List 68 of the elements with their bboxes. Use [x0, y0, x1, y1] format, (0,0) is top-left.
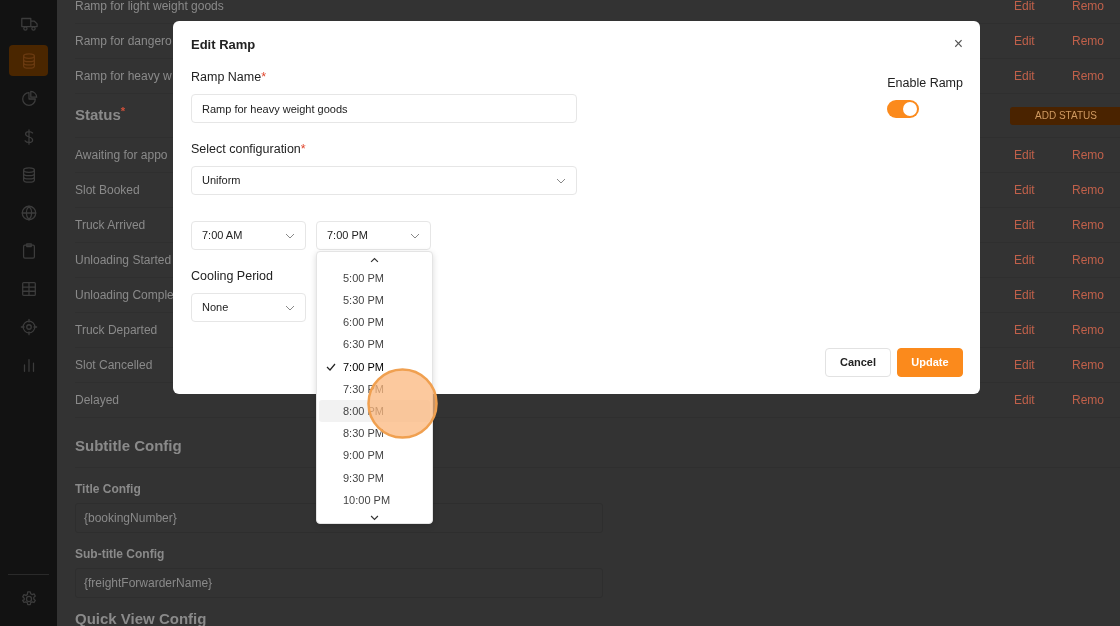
chevron-down-icon — [285, 232, 295, 239]
list-item-name: Unloading Started — [75, 252, 172, 269]
time-option[interactable]: 9:30 PM — [319, 466, 430, 489]
cancel-button[interactable]: Cancel — [825, 348, 891, 377]
remove-link[interactable]: Remo — [1072, 32, 1120, 50]
remove-link[interactable]: Remo — [1072, 321, 1120, 339]
dropdown-select[interactable]: None — [191, 293, 306, 322]
field-label: Select configuration* — [191, 141, 306, 157]
remove-link[interactable]: Remo — [1072, 146, 1120, 164]
chevron-up-icon[interactable] — [370, 257, 379, 263]
list-item-name: Awaiting for appo — [75, 147, 168, 164]
remove-link[interactable]: Remo — [1072, 0, 1120, 15]
database-icon[interactable] — [9, 45, 48, 76]
chevron-down-icon[interactable] — [370, 515, 379, 521]
enable-toggle[interactable] — [887, 100, 920, 118]
edit-link[interactable]: Edit — [1014, 146, 1072, 164]
section-title: Status$^{*}$ — [75, 104, 126, 126]
field-label: Cooling Period — [191, 268, 273, 284]
chevron-down-icon — [556, 177, 566, 184]
dropdown-select[interactable]: Uniform — [191, 166, 577, 195]
add-status-button[interactable]: ADD STATUS — [1010, 106, 1120, 125]
remove-link[interactable]: Remo — [1072, 251, 1120, 269]
chevron-down-icon — [410, 232, 420, 239]
close-button[interactable]: × — [953, 37, 963, 51]
edit-link[interactable]: Edit — [1014, 181, 1072, 199]
edit-link[interactable]: Edit — [1014, 391, 1072, 409]
edit-link[interactable]: Edit — [1014, 216, 1072, 234]
time-option[interactable]: 6:30 PM — [319, 333, 430, 356]
remove-link[interactable]: Remo — [1072, 216, 1120, 234]
list-item-name: Truck Departed — [75, 322, 158, 339]
list-item-name: Ramp for heavy w — [75, 68, 172, 85]
list-item-name: Ramp for light weight goods — [75, 0, 224, 15]
edit-link[interactable]: Edit — [1014, 286, 1072, 304]
chevron-down-icon — [285, 304, 295, 311]
remove-link[interactable]: Remo — [1072, 286, 1120, 304]
remove-link[interactable]: Remo — [1072, 356, 1120, 374]
list-item-name: Ramp for dangero — [75, 33, 172, 50]
edit-link[interactable]: Edit — [1014, 0, 1072, 15]
list-item-name: Delayed — [75, 392, 120, 409]
edit-link[interactable]: Edit — [1014, 251, 1072, 269]
remove-link[interactable]: Remo — [1072, 181, 1120, 199]
time-option[interactable]: 10:00 PM — [319, 488, 430, 512]
list-item-name: Slot Booked — [75, 182, 140, 199]
time-option[interactable]: 5:30 PM — [319, 289, 430, 312]
dropdown-select[interactable]: 7:00 AM — [191, 221, 306, 250]
check-icon — [326, 362, 336, 371]
edit-link[interactable]: Edit — [1014, 32, 1072, 50]
text-field[interactable]: {freightForwarderName} — [75, 568, 603, 598]
time-option[interactable]: 9:00 PM — [319, 444, 430, 467]
list-item-name: Slot Cancelled — [75, 357, 153, 374]
toggle-label: Enable Ramp — [887, 75, 963, 91]
field-label: Title Config — [75, 481, 142, 498]
field-label: Sub-title Config — [75, 546, 166, 563]
time-option[interactable]: 6:00 PM — [319, 311, 430, 334]
remove-link[interactable]: Remo — [1072, 67, 1120, 85]
text-field[interactable]: Ramp for heavy weight goods — [191, 94, 577, 123]
edit-link[interactable]: Edit — [1014, 67, 1072, 85]
edit-link[interactable]: Edit — [1014, 356, 1072, 374]
update-button[interactable]: Update — [897, 348, 963, 377]
dialog-title: Edit Ramp — [191, 37, 256, 53]
edit-link[interactable]: Edit — [1014, 321, 1072, 339]
list-item-name: Unloading Comple — [75, 287, 174, 304]
remove-link[interactable]: Remo — [1072, 391, 1120, 409]
list-item-name: Truck Arrived — [75, 217, 146, 234]
time-option[interactable]: 7:00 PM — [319, 355, 430, 378]
dropdown-select[interactable]: 7:00 PM — [316, 221, 431, 250]
time-option[interactable]: 5:00 PM — [319, 266, 430, 290]
field-label: Ramp Name* — [191, 69, 267, 85]
